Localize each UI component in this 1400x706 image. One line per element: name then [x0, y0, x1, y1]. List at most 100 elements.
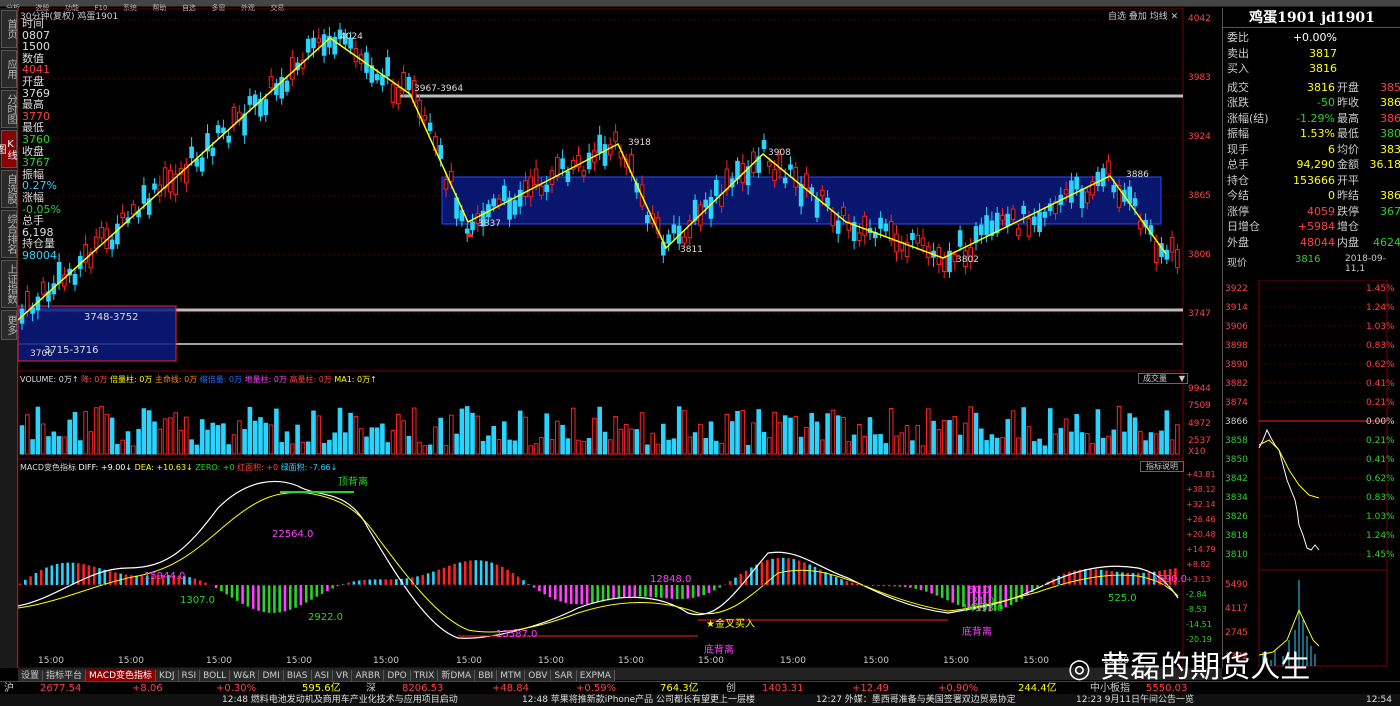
info-label: 最高: [22, 98, 44, 112]
candle-body: [1164, 249, 1170, 260]
quote-row: 卖出 3817: [1227, 46, 1400, 62]
tab-apps[interactable]: 应用: [1, 50, 17, 88]
mini-tick: 0.21%: [1366, 436, 1395, 446]
volume-bar: [385, 442, 390, 455]
info-value: 3767: [22, 156, 50, 170]
tab-timeshare[interactable]: 分时图: [1, 90, 17, 128]
tab-sh-index[interactable]: 上证指数: [1, 260, 17, 308]
news-item[interactable]: 12:27 外媒：墨西哥准备与美国签署双边贸易协定: [816, 694, 1016, 706]
mini-tick: 0.62%: [1366, 474, 1395, 484]
quote-row: 今结 0 昨结 386: [1227, 188, 1400, 204]
volume-indicator-dropdown[interactable]: 成交量 ▼: [1138, 373, 1188, 384]
volume-bar: [464, 406, 470, 455]
volume-bar: [173, 412, 178, 455]
candle-body: [25, 291, 30, 312]
quote-value: 36.18: [1369, 158, 1400, 171]
time-tick: 15:00: [38, 656, 64, 666]
kline-chart-area[interactable]: 30分钟(复权) 鸡蛋1901 自选 叠加 均线 ✕ 4042 3983 392…: [17, 7, 1222, 669]
tab-ranking[interactable]: 综合排名: [1, 210, 17, 258]
candle-body: [883, 223, 889, 232]
candle-body: [396, 86, 401, 105]
time-tick: 15:00: [780, 656, 806, 666]
vol-tick: X10: [1188, 447, 1206, 457]
mini-tick: 0.83%: [1366, 341, 1395, 351]
price-tick: 3747: [1188, 309, 1211, 319]
news-item[interactable]: 12:48 燃料电池发动机及商用车产业化技术与应用项目启动: [222, 694, 458, 706]
volume-bar: [67, 419, 73, 455]
candle-body: [226, 135, 231, 143]
volume-bar: [883, 443, 889, 455]
candle-body: [1175, 249, 1180, 269]
volume-bar: [1132, 417, 1138, 455]
volume-bar: [560, 424, 565, 455]
volume-bar: [184, 416, 189, 455]
tab-watchlist[interactable]: 自选股: [1, 170, 17, 208]
candle-body: [390, 83, 396, 103]
volume-bar: [926, 408, 931, 455]
volume-bar: [1159, 430, 1164, 455]
volume-bar: [767, 437, 772, 455]
volume-bar: [714, 440, 719, 455]
candle-body: [1063, 189, 1069, 195]
quote-label: 跌停: [1337, 204, 1359, 218]
indicator-help-button[interactable]: 指标说明: [1140, 461, 1184, 472]
volume-bar: [597, 406, 603, 455]
chart-toolbar-item[interactable]: 叠加: [1129, 12, 1147, 22]
price-annotation: 4024: [340, 32, 363, 42]
volume-bar: [406, 435, 412, 455]
quote-value: 153666: [1293, 173, 1335, 187]
news-item[interactable]: 12:23 9月11日午间公告一览: [1076, 694, 1194, 706]
quote-row: 委比 +0.00%: [1227, 30, 1400, 46]
price-tick: 3865: [1188, 191, 1211, 201]
macd-tick: +14.79: [1186, 545, 1216, 554]
price-annotation: 3802: [956, 255, 979, 265]
quote-label: 开盘: [1337, 80, 1359, 94]
candle-body: [449, 170, 454, 182]
macd-header-item: DEA: +10.63↓: [134, 463, 193, 472]
quote-row: 现手 6 均价 383: [1227, 142, 1400, 158]
quote-value: 380: [1380, 127, 1400, 140]
volume-bar: [470, 412, 475, 455]
quote-value: 48044: [1300, 235, 1335, 249]
chart-toolbar-item[interactable]: 均线: [1150, 12, 1168, 22]
volume-bar: [1079, 432, 1085, 455]
mini-tick: 3914: [1225, 303, 1248, 313]
volume-bar: [788, 417, 793, 455]
volume-bar: [380, 423, 385, 455]
chart-toolbar-item[interactable]: 自选: [1108, 12, 1126, 22]
volume-bar: [274, 408, 279, 455]
price-annotation: 3967-3964: [414, 84, 464, 94]
time-tick: 15:00: [286, 656, 312, 666]
volume-bar: [369, 427, 375, 455]
tab-home[interactable]: 首页: [1, 10, 17, 48]
vol-header-item: 地量柱: 0万: [244, 375, 287, 384]
candle-body: [305, 38, 311, 53]
price-annotation: 3918: [628, 138, 651, 148]
quote-label: 成交: [1227, 80, 1249, 94]
mini-tick: 1.24%: [1366, 531, 1395, 541]
macd-annotation: 1307.0: [180, 595, 215, 606]
volume-bar: [205, 429, 210, 455]
volume-bar: [295, 424, 300, 455]
time-axis: 15:00 15:00 15:00 15:00 15:00 15:00 15:0…: [18, 656, 1183, 668]
quote-value: 3817: [1309, 46, 1337, 60]
candle-body: [1026, 218, 1032, 237]
volume-bar: [963, 422, 968, 455]
quote-row: 总手 94,290 金额 36.18: [1227, 157, 1400, 173]
macd-dea-line: [17, 491, 1179, 633]
tab-more[interactable]: 更多: [1, 310, 17, 340]
quote-value: 367: [1380, 204, 1400, 218]
candle-body: [708, 196, 714, 219]
volume-bar: [740, 409, 746, 455]
volume-bar: [332, 432, 337, 455]
volume-bar: [899, 432, 905, 455]
close-icon[interactable]: ✕: [1171, 12, 1179, 22]
volume-bar: [221, 423, 226, 455]
candle-body: [782, 177, 788, 184]
volume-bar: [676, 406, 682, 455]
tab-kline[interactable]: K线图: [0, 130, 17, 168]
news-item[interactable]: 12:48 苹果将推新款iPhone产品 公司都长有望更上一层楼: [522, 694, 755, 706]
volume-bar: [1016, 437, 1021, 455]
macd-annotation: 底背离: [962, 627, 992, 638]
volume-bar: [226, 444, 231, 455]
